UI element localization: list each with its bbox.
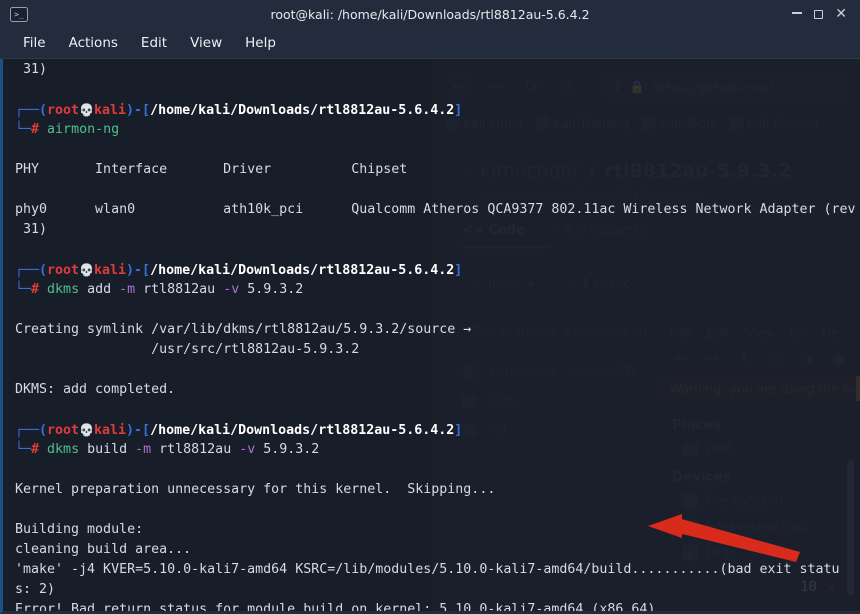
- terminal-output-line: /usr/src/rtl8812au-5.9.3.2: [15, 340, 860, 360]
- terminal-screen[interactable]: 31) ┌──(root💀kali)-[/home/kali/Downloads…: [3, 59, 860, 614]
- output-text: 31): [15, 222, 48, 237]
- prompt-hash: #: [31, 122, 40, 137]
- terminal-window[interactable]: >_ root@kali: /home/kali/Downloads/rtl88…: [0, 0, 860, 614]
- prompt-host: kali: [94, 423, 127, 438]
- skull-icon: 💀: [79, 263, 95, 277]
- output-text: cleaning build area...: [15, 542, 192, 557]
- output-text: s: 2): [15, 582, 56, 597]
- prompt-hash: #: [31, 442, 40, 457]
- terminal-output-line: Creating symlink /var/lib/dkms/rtl8812au…: [15, 320, 860, 340]
- title-bar[interactable]: >_ root@kali: /home/kali/Downloads/rtl88…: [0, 0, 860, 28]
- terminal-output-line: 31): [15, 220, 860, 240]
- output-text: /usr/src/rtl8812au-5.9.3.2: [15, 342, 360, 357]
- prompt-corner-bottom: └─: [15, 442, 32, 457]
- output-text: DKMS: add completed.: [15, 382, 176, 397]
- prompt-bracket: ]: [454, 263, 463, 278]
- prompt-corner: ┌──(: [15, 103, 48, 118]
- maximize-button[interactable]: [814, 9, 824, 19]
- command-token: -v: [239, 442, 256, 457]
- prompt-path: /home/kali/Downloads/rtl8812au-5.6.4.2: [150, 423, 455, 438]
- command-token: -m: [119, 282, 136, 297]
- prompt-sep: )-[: [126, 423, 151, 438]
- command-token: 5.9.3.2: [239, 282, 304, 297]
- prompt-corner-bottom: └─: [15, 122, 32, 137]
- terminal-prompt-line: ┌──(root💀kali)-[/home/kali/Downloads/rtl…: [15, 100, 860, 120]
- terminal-output-line: PHY Interface Driver Chipset: [15, 160, 860, 180]
- command-token: build: [79, 442, 136, 457]
- terminal-output-line: Error! Bad return status for module buil…: [15, 600, 860, 614]
- prompt-user: root: [47, 423, 80, 438]
- prompt-corner: ┌──(: [15, 263, 48, 278]
- prompt-host: kali: [94, 103, 127, 118]
- terminal-output-line: Kernel preparation unnecessary for this …: [15, 480, 860, 500]
- command-token: add: [79, 282, 120, 297]
- output-text: Error! Bad return status for module buil…: [15, 602, 656, 614]
- terminal-output-line: DKMS: add completed.: [15, 380, 860, 400]
- prompt-user: root: [47, 103, 80, 118]
- close-button[interactable]: ✕: [835, 7, 847, 21]
- menu-bar[interactable]: File Actions Edit View Help: [0, 28, 860, 59]
- terminal-output-line: 'make' -j4 KVER=5.10.0-kali7-amd64 KSRC=…: [15, 560, 860, 580]
- prompt-path: /home/kali/Downloads/rtl8812au-5.6.4.2: [150, 263, 455, 278]
- skull-icon: 💀: [79, 103, 95, 117]
- menu-help[interactable]: Help: [236, 32, 285, 54]
- command-token: -m: [135, 442, 152, 457]
- terminal-output-line: 31): [15, 60, 860, 80]
- output-text: Kernel preparation unnecessary for this …: [15, 482, 496, 497]
- prompt-path: /home/kali/Downloads/rtl8812au-5.6.4.2: [150, 103, 455, 118]
- skull-icon: 💀: [79, 423, 95, 437]
- terminal-prompt-line: ┌──(root💀kali)-[/home/kali/Downloads/rtl…: [15, 420, 860, 440]
- prompt-bracket: ]: [454, 103, 463, 118]
- output-text: Creating symlink /var/lib/dkms/rtl8812au…: [15, 322, 472, 337]
- terminal-output-line: s: 2): [15, 580, 860, 600]
- output-text: 31): [15, 62, 48, 77]
- terminal-output-line: cleaning build area...: [15, 540, 860, 560]
- prompt-host: kali: [94, 263, 127, 278]
- output-text: PHY Interface Driver Chipset: [15, 162, 408, 177]
- command-token: rtl8812au: [135, 282, 224, 297]
- desktop: GitHub - kimocoder/rtl8... ✕ + ← → ⟳ ⌂ ⚷…: [0, 0, 860, 614]
- command-token: dkms: [47, 282, 80, 297]
- minimize-button[interactable]: [792, 12, 803, 16]
- command-token: 5.9.3.2: [255, 442, 320, 457]
- prompt-user: root: [47, 263, 80, 278]
- menu-file[interactable]: File: [14, 32, 55, 54]
- terminal-output-line: phy0 wlan0 ath10k_pci Qualcomm Atheros Q…: [15, 200, 860, 220]
- prompt-corner: ┌──(: [15, 423, 48, 438]
- terminal-output-line: Building module:: [15, 520, 860, 540]
- menu-actions[interactable]: Actions: [60, 32, 127, 54]
- window-title: root@kali: /home/kali/Downloads/rtl8812a…: [270, 6, 590, 22]
- output-text: Building module:: [15, 522, 144, 537]
- terminal-prompt-line: ┌──(root💀kali)-[/home/kali/Downloads/rtl…: [15, 260, 860, 280]
- menu-edit[interactable]: Edit: [132, 32, 176, 54]
- window-controls[interactable]: ✕: [792, 7, 860, 21]
- command-token: airmon-ng: [47, 122, 120, 137]
- command-token: -v: [223, 282, 240, 297]
- output-text: 'make' -j4 KVER=5.10.0-kali7-amd64 KSRC=…: [15, 562, 840, 577]
- terminal-command-line: └─# dkms build -m rtl8812au -v 5.9.3.2: [15, 440, 860, 460]
- terminal-command-line: └─# dkms add -m rtl8812au -v 5.9.3.2: [15, 280, 860, 300]
- menu-view[interactable]: View: [181, 32, 231, 54]
- output-text: phy0 wlan0 ath10k_pci Qualcomm Atheros Q…: [15, 202, 856, 217]
- command-token: dkms: [47, 442, 80, 457]
- prompt-hash: #: [31, 282, 40, 297]
- terminal-body[interactable]: 31) ┌──(root💀kali)-[/home/kali/Downloads…: [0, 59, 860, 614]
- prompt-sep: )-[: [126, 103, 151, 118]
- prompt-bracket: ]: [454, 423, 463, 438]
- terminal-icon: >_: [10, 6, 28, 22]
- prompt-sep: )-[: [126, 263, 151, 278]
- terminal-command-line: └─# airmon-ng: [15, 120, 860, 140]
- command-token: rtl8812au: [151, 442, 240, 457]
- prompt-corner-bottom: └─: [15, 282, 32, 297]
